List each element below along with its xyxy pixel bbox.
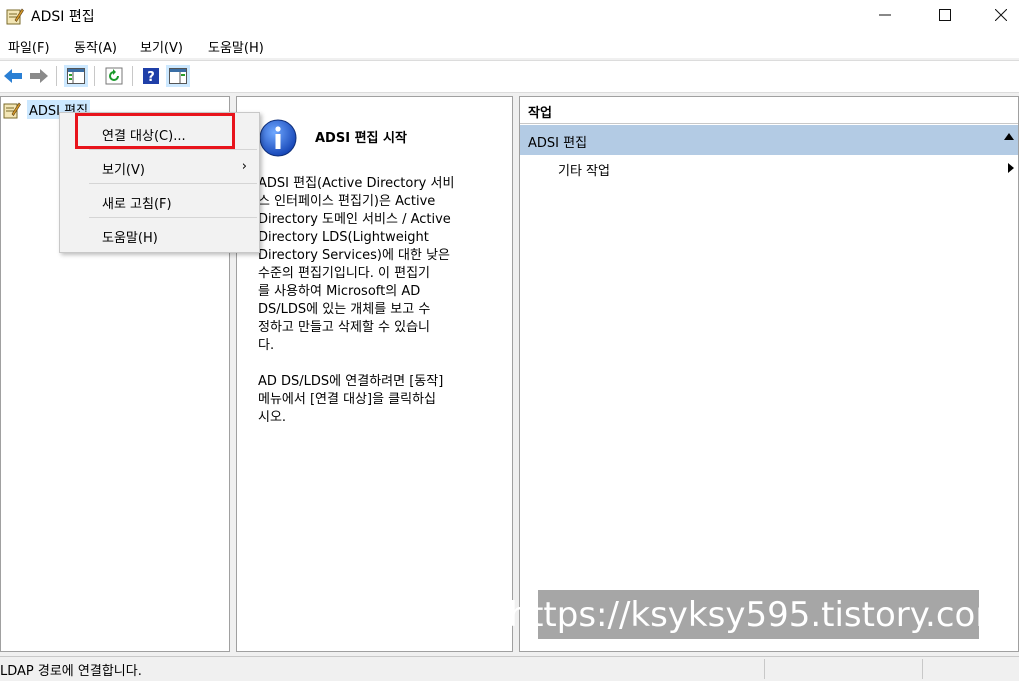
close-icon [995, 9, 1007, 21]
result-pane-title: ADSI 편집 시작 [315, 131, 407, 146]
info-icon [259, 119, 297, 157]
submenu-chevron-icon: › [241, 159, 247, 174]
watermark: https://ksyksy595.tistory.com [509, 590, 1008, 639]
minimize-button[interactable] [862, 0, 908, 30]
help-button[interactable]: ? [139, 65, 163, 87]
adsi-edit-app-icon [6, 8, 24, 25]
close-button[interactable] [978, 0, 1019, 30]
more-actions-item[interactable]: 기타 작업 [558, 160, 610, 179]
show-hide-action-pane-button[interactable] [166, 65, 190, 87]
show-tree-icon [67, 68, 85, 84]
svg-text:?: ? [147, 70, 155, 85]
back-button[interactable] [1, 65, 25, 87]
maximize-button[interactable] [922, 0, 968, 30]
help-icon: ? [143, 68, 159, 85]
maximize-icon [939, 9, 951, 21]
collapse-arrow-icon[interactable] [1004, 133, 1014, 140]
toolbar-separator [94, 66, 95, 86]
menu-help[interactable]: 도움말(H) [208, 37, 264, 56]
status-divider [764, 659, 765, 679]
window-title: ADSI 편집 [31, 9, 95, 25]
context-menu-label: 도움말(H) [102, 231, 158, 246]
context-menu-view[interactable]: 보기(V) › [60, 150, 259, 184]
context-menu-label: 새로 고침(F) [102, 197, 172, 212]
highlight-box [75, 113, 235, 149]
menu-bar: 파일(F) 동작(A) 보기(V) 도움말(H) [0, 32, 1019, 58]
context-menu: 연결 대상(C)... 보기(V) › 새로 고침(F) 도움말(H) [59, 112, 260, 253]
actions-pane: 작업 ADSI 편집 기타 작업 [519, 96, 1019, 652]
toolbar-separator [56, 66, 57, 86]
toolbar: ? [0, 60, 1019, 93]
refresh-button[interactable] [102, 65, 126, 87]
status-text: LDAP 경로에 연결합니다. [0, 664, 142, 679]
context-menu-help[interactable]: 도움말(H) [60, 218, 259, 252]
result-pane-description: ADSI 편집(Active Directory 서비 스 인터페이스 편집기)… [258, 176, 455, 425]
forward-button[interactable] [27, 65, 51, 87]
actions-pane-header: 작업 [520, 97, 1018, 124]
context-menu-refresh[interactable]: 새로 고침(F) [60, 184, 259, 218]
actions-section-adsi-edit[interactable]: ADSI 편집 [520, 125, 1018, 155]
forward-icon [30, 69, 48, 83]
back-icon [4, 69, 22, 83]
minimize-icon [879, 14, 891, 16]
context-menu-label: 보기(V) [102, 163, 145, 178]
refresh-icon [105, 67, 123, 85]
actions-pane-title: 작업 [528, 106, 552, 121]
show-action-pane-icon [169, 68, 187, 84]
menu-view[interactable]: 보기(V) [140, 37, 183, 56]
menu-file[interactable]: 파일(F) [8, 37, 50, 56]
result-pane: ADSI 편집 시작 ADSI 편집(Active Directory 서비 스… [236, 96, 513, 652]
submenu-arrow-icon [1008, 163, 1014, 173]
menu-action[interactable]: 동작(A) [74, 37, 117, 56]
toolbar-separator [132, 66, 133, 86]
adsi-edit-node-icon [3, 102, 21, 118]
status-bar: LDAP 경로에 연결합니다. [0, 656, 1019, 681]
show-hide-tree-button[interactable] [64, 65, 88, 87]
title-bar: ADSI 편집 [0, 0, 1019, 32]
status-divider [922, 659, 923, 679]
actions-section-label: ADSI 편집 [528, 136, 588, 151]
